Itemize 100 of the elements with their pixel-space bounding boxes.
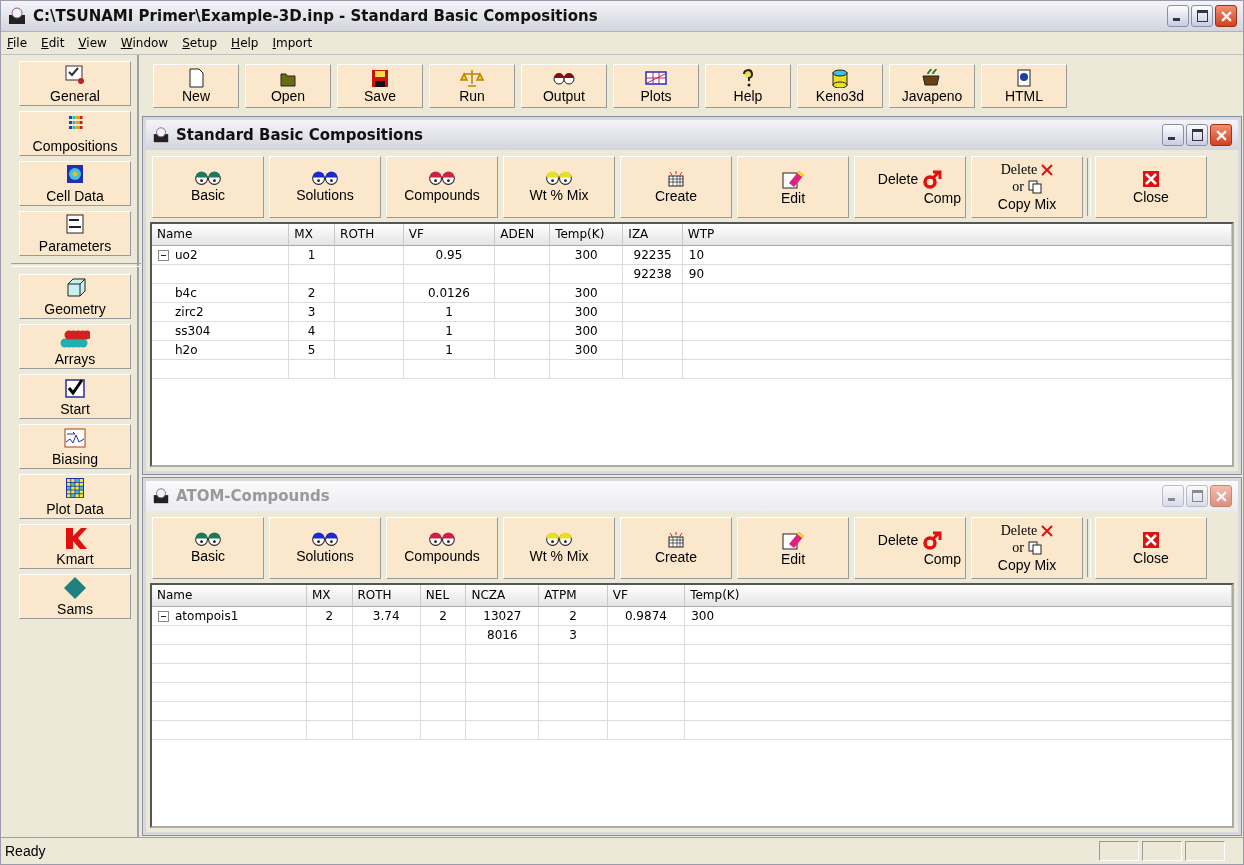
toolbar-button[interactable]: HTML (981, 64, 1067, 108)
toolbar-button[interactable]: Output (521, 64, 607, 108)
table-cell (289, 360, 336, 379)
table-cell (539, 683, 608, 702)
close-button[interactable] (1215, 5, 1237, 27)
eyes-icon (429, 532, 455, 547)
table-cell (335, 303, 404, 322)
sidebar-button[interactable]: Arrays (19, 324, 131, 369)
close-icon (1220, 10, 1232, 22)
column-header[interactable]: MX (289, 224, 336, 246)
table-cell: 300 (550, 322, 624, 341)
sidebar-button[interactable]: Sams (19, 574, 131, 619)
command-button[interactable]: Compounds (386, 156, 498, 218)
collapse-toggle[interactable] (158, 610, 169, 622)
command-button[interactable]: Close (1095, 156, 1207, 218)
row-name: ss304 (175, 324, 211, 338)
column-header[interactable]: Name (152, 224, 290, 246)
table-cell: 2 (539, 607, 608, 626)
status-pane (1142, 841, 1182, 861)
table-cell: 0.0126 (403, 284, 496, 303)
eyes-icon (195, 171, 221, 186)
table-cell (495, 246, 551, 265)
table-cell: 92238 (623, 265, 683, 284)
eyes-icon (195, 532, 221, 547)
table-cell (420, 626, 467, 645)
x-icon (1041, 164, 1054, 176)
minimize-button[interactable] (1167, 5, 1189, 27)
table-cell: 1 (289, 246, 336, 265)
table-cell (352, 645, 421, 664)
sidebar-button[interactable]: Geometry (19, 274, 131, 319)
sidebar-button[interactable]: Plot Data (19, 474, 131, 519)
menu-item[interactable]: View (78, 36, 107, 50)
toolbar-button[interactable]: Javapeno (889, 64, 975, 108)
sidebar-button[interactable]: Biasing (19, 424, 131, 469)
sidebar-button[interactable]: General (19, 61, 131, 106)
command-button[interactable]: Edit (737, 156, 849, 218)
column-header[interactable]: WTP (682, 224, 1232, 246)
table-cell: 300 (550, 341, 624, 360)
close-button[interactable] (1210, 124, 1232, 146)
close-icon (1142, 169, 1160, 188)
table-cell (352, 664, 421, 683)
table-cell: 300 (550, 284, 624, 303)
table-cell (335, 341, 404, 360)
eyes-icon (312, 171, 338, 186)
copy-icon (1027, 541, 1042, 555)
table-cell (306, 721, 353, 740)
table-cell: 3 (539, 626, 608, 645)
table-cell (623, 284, 683, 303)
column-header[interactable]: IZA (623, 224, 683, 246)
column-header[interactable]: VF (403, 224, 496, 246)
toolbar-button[interactable]: Run (429, 64, 515, 108)
table-cell: 4 (289, 322, 336, 341)
toolbar-button[interactable]: Open (245, 64, 331, 108)
menu-item[interactable]: File (7, 36, 28, 50)
table-cell: 3 (289, 303, 336, 322)
command-button[interactable]: Create (620, 156, 732, 218)
command-button[interactable]: Solutions (269, 156, 381, 218)
command-button[interactable]: Wt % Mix (503, 156, 615, 218)
minimize-button[interactable] (1162, 124, 1184, 146)
sidebar-button[interactable]: Kmart (19, 524, 131, 569)
toolbar-button[interactable]: New (153, 64, 239, 108)
toolbar-button[interactable]: Keno3d (797, 64, 883, 108)
sidebar-button[interactable]: Start (19, 374, 131, 419)
table-cell: 1 (403, 341, 496, 360)
eyes-icon (429, 171, 455, 186)
menu-item[interactable]: Help (231, 36, 259, 50)
menu-item[interactable]: Edit (41, 36, 65, 50)
menu-item[interactable]: Import (272, 36, 313, 50)
sidebar-button[interactable]: Compositions (19, 111, 131, 156)
row-name: h2o (175, 343, 198, 357)
table-cell: 3.74 (352, 607, 421, 626)
table-cell (495, 341, 551, 360)
command-button[interactable]: Delete Comp (854, 156, 966, 218)
menu-item[interactable]: Setup (182, 36, 218, 50)
table-cell (420, 664, 467, 683)
menu-item[interactable]: Window (120, 36, 169, 50)
command-button[interactable]: Delete or Copy Mix (971, 156, 1083, 218)
maximize-button[interactable] (1191, 5, 1213, 27)
column-header[interactable]: ADEN (495, 224, 551, 246)
toolbar-button[interactable]: Plots (613, 64, 699, 108)
table-cell (539, 664, 608, 683)
window-title: Standard Basic Compositions (176, 126, 423, 144)
sidebar-button[interactable]: Cell Data (19, 161, 131, 206)
male-symbol-icon (922, 168, 943, 189)
table-cell (623, 360, 683, 379)
close-icon (1142, 530, 1160, 549)
table-cell (420, 702, 467, 721)
table-cell (352, 721, 421, 740)
column-header[interactable]: Temp(K) (550, 224, 624, 246)
maximize-button[interactable] (1186, 124, 1208, 146)
window-title: C:\TSUNAMI Primer\Example-3D.inp - Standard Basic Compositions (33, 7, 599, 25)
table-cell (335, 284, 404, 303)
table-cell (495, 284, 551, 303)
toolbar-button[interactable]: Save (337, 64, 423, 108)
table-cell: 90 (682, 265, 1232, 284)
toolbar-button[interactable]: Help (705, 64, 791, 108)
collapse-toggle[interactable] (158, 249, 169, 261)
command-button[interactable]: Basic (152, 156, 264, 218)
sidebar-button[interactable]: Parameters (19, 211, 131, 256)
column-header[interactable]: ROTH (335, 224, 404, 246)
